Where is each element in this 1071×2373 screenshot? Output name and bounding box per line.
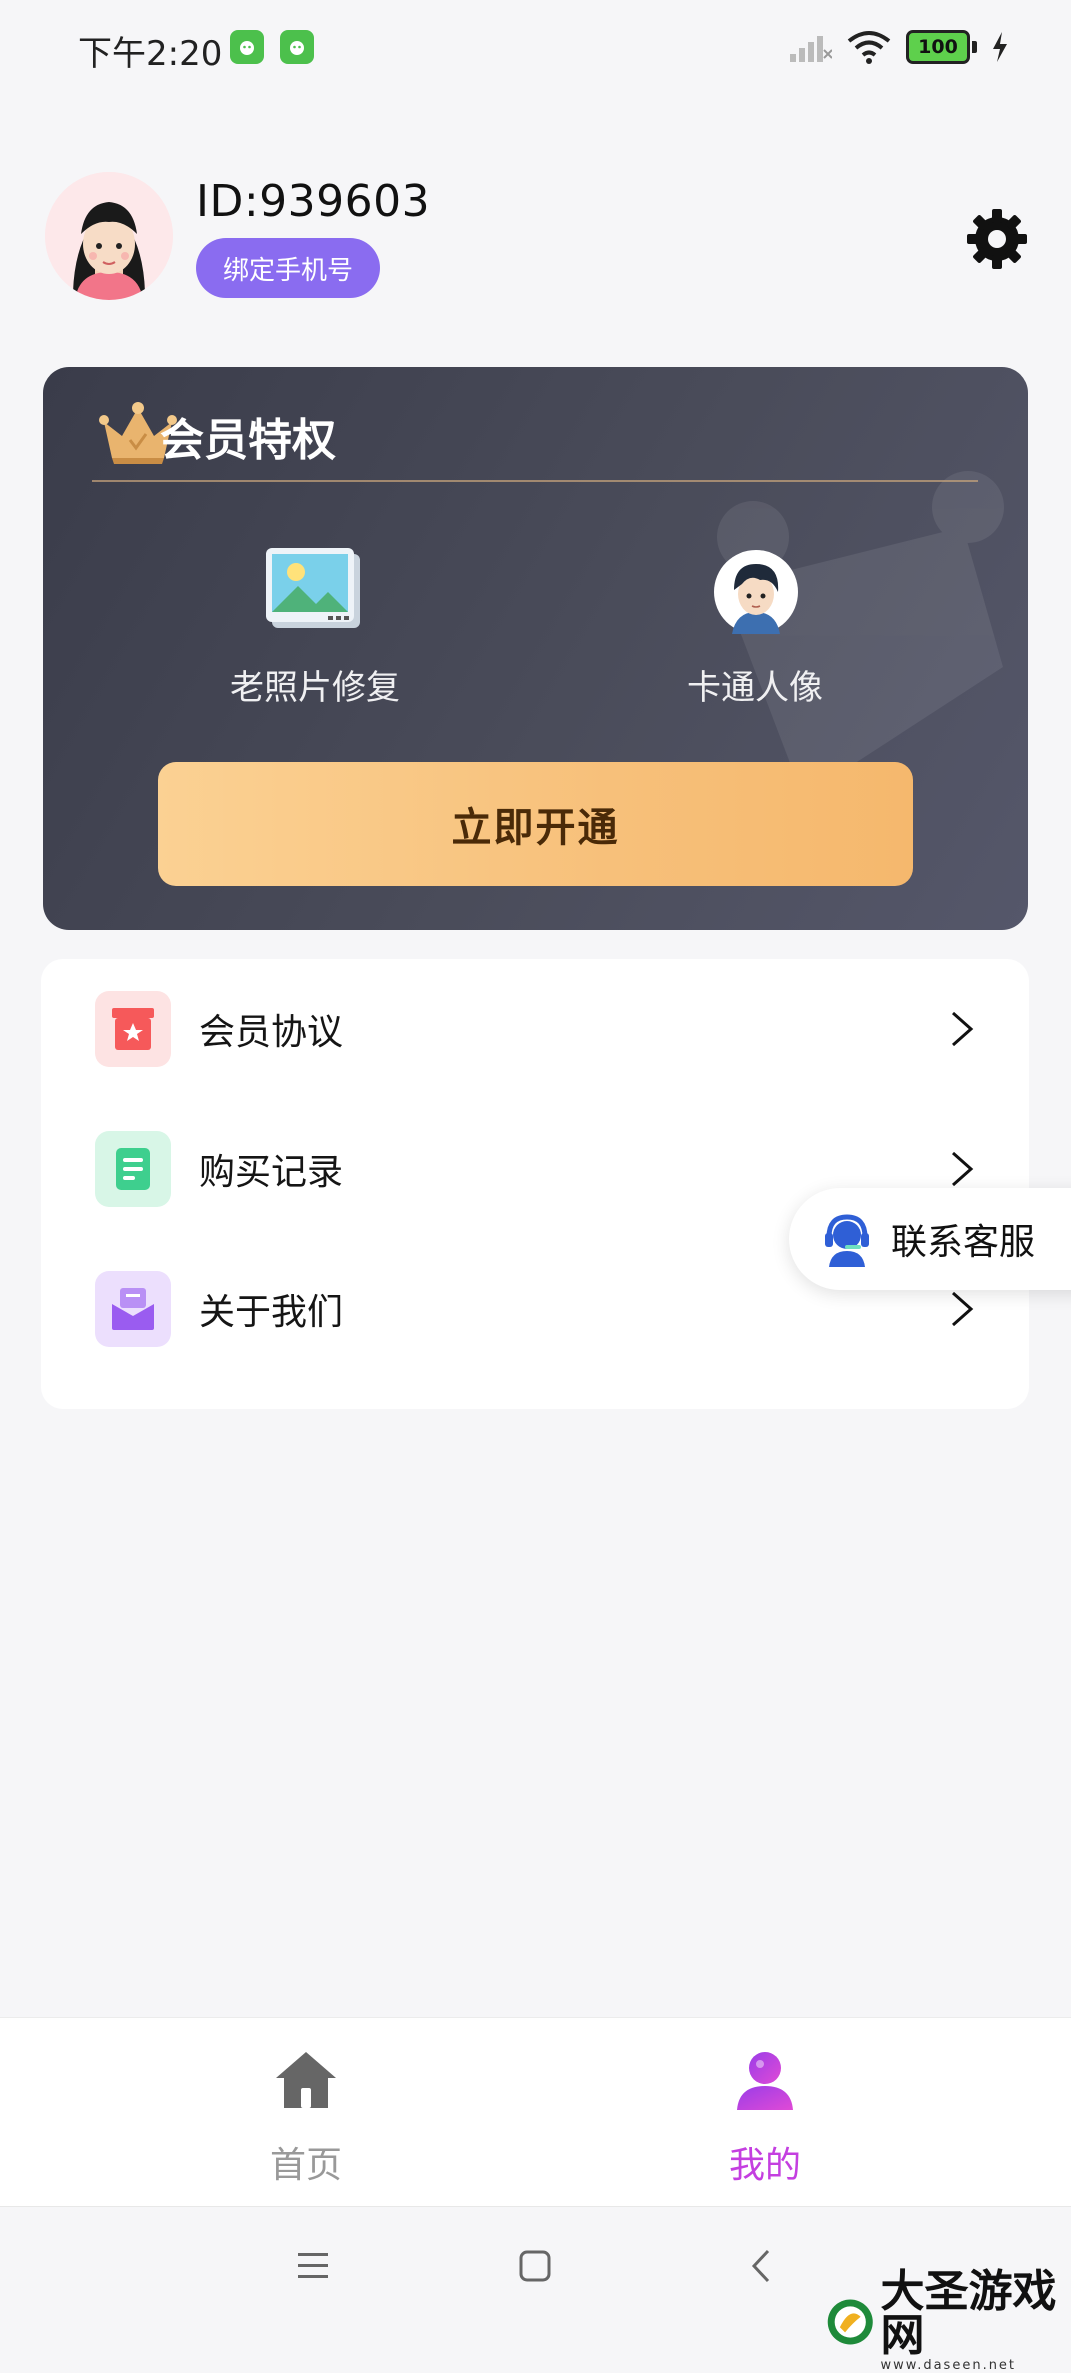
cartoon-avatar-icon	[714, 550, 798, 634]
settings-gear-icon[interactable]	[964, 206, 1030, 272]
feature-old-photo-restore[interactable]: 老照片修复	[205, 548, 425, 728]
tab-label: 我的	[665, 2136, 865, 2188]
purchase-record-icon	[95, 1131, 171, 1207]
vip-title: 会员特权	[160, 404, 336, 468]
customer-service-label: 联系客服	[891, 1213, 1035, 1265]
charging-icon	[991, 32, 1009, 62]
tab-label: 首页	[206, 2136, 406, 2188]
user-id: ID:939603	[196, 176, 430, 227]
avatar[interactable]	[45, 172, 173, 300]
chevron-right-icon	[947, 1149, 977, 1189]
status-time: 下午2:20	[78, 26, 222, 75]
watermark-site: www.daseen.net	[881, 2358, 1071, 2373]
menu-item-label: 关于我们	[199, 1283, 343, 1335]
tab-mine[interactable]: 我的	[665, 2018, 865, 2206]
battery-icon: 100	[906, 30, 977, 64]
battery-level: 100	[906, 30, 970, 64]
watermark-icon	[826, 2294, 875, 2350]
divider	[92, 480, 978, 482]
home-square-icon[interactable]	[518, 2249, 552, 2283]
notification-app-icon	[280, 30, 314, 64]
bottom-tab-bar: 首页 我的	[0, 2017, 1071, 2206]
about-us-icon	[95, 1271, 171, 1347]
activate-vip-button[interactable]: 立即开通	[158, 762, 913, 886]
feature-label: 卡通人像	[650, 660, 860, 709]
feature-label: 老照片修复	[205, 660, 425, 709]
back-icon[interactable]	[748, 2247, 774, 2285]
wifi-icon	[846, 30, 892, 64]
bind-phone-button[interactable]: 绑定手机号	[196, 238, 380, 298]
feature-cartoon-portrait[interactable]: 卡通人像	[650, 548, 860, 728]
notification-app-icon	[230, 30, 264, 64]
headset-icon	[819, 1211, 875, 1267]
tab-home[interactable]: 首页	[206, 2018, 406, 2206]
member-agreement-icon	[95, 991, 171, 1067]
watermark-brand: 大圣游戏网	[881, 2270, 1071, 2358]
menu-item-label: 购买记录	[199, 1143, 343, 1195]
menu-icon[interactable]	[296, 2251, 330, 2281]
home-icon	[274, 2050, 338, 2110]
photo-icon	[266, 548, 362, 632]
profile-icon	[733, 2048, 797, 2112]
watermark-logo: 大圣游戏网 www.daseen.net	[826, 2270, 1071, 2373]
chevron-right-icon	[947, 1289, 977, 1329]
menu-item-member-agreement[interactable]: 会员协议	[41, 959, 1029, 1099]
status-icons: 100	[790, 30, 1009, 64]
customer-service-button[interactable]: 联系客服	[789, 1188, 1071, 1290]
menu-item-label: 会员协议	[199, 1003, 343, 1055]
signal-icon	[790, 32, 832, 62]
chevron-right-icon	[947, 1009, 977, 1049]
menu-list: 会员协议 购买记录 关于我们	[41, 959, 1029, 1409]
